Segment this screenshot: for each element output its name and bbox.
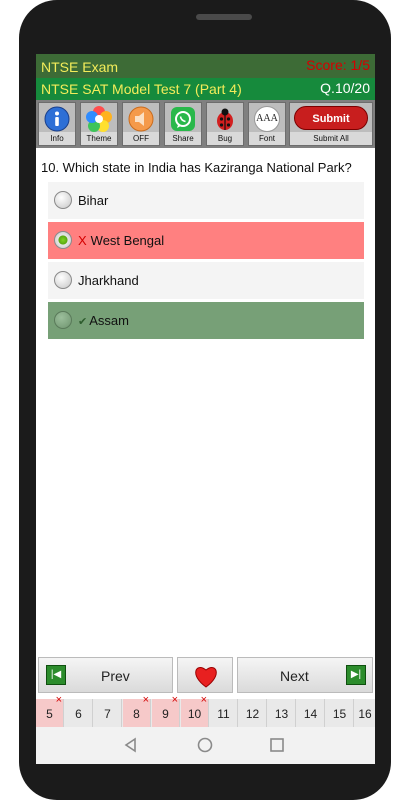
question-chip-10[interactable]: 10 × xyxy=(181,694,209,727)
test-header: NTSE SAT Model Test 7 (Part 4) Q.10/20 xyxy=(36,78,375,100)
phone-speaker xyxy=(196,14,252,20)
font-button[interactable]: AAA Font xyxy=(248,102,286,146)
wrong-x-icon: × xyxy=(171,694,178,706)
correct-check-icon: ✔ xyxy=(78,316,88,328)
wrong-x-icon: × xyxy=(55,694,62,706)
info-button[interactable]: Info xyxy=(38,102,76,146)
bug-report-button[interactable]: Bug xyxy=(206,102,244,146)
toolbar: Info Theme OFF Share Bug AAA Font Submit… xyxy=(36,100,375,148)
chip-number: 10 xyxy=(187,707,202,721)
question-chip-11[interactable]: 11 xyxy=(210,699,238,727)
chip-number: 13 xyxy=(274,707,289,721)
chip-number: 5 xyxy=(46,707,53,721)
theme-button[interactable]: Theme xyxy=(80,102,118,146)
chip-number: 16 xyxy=(358,707,372,721)
theme-label: Theme xyxy=(81,132,117,145)
recents-icon[interactable] xyxy=(269,737,285,753)
question-chip-16[interactable]: 16 xyxy=(355,699,375,727)
wrong-x-icon: × xyxy=(200,694,207,706)
option-label: Jharkhand xyxy=(78,273,139,288)
option-jharkhand[interactable]: Jharkhand xyxy=(48,262,364,299)
skip-last-icon: ▶| xyxy=(346,665,366,685)
question-chip-13[interactable]: 13 xyxy=(268,699,296,727)
whatsapp-icon xyxy=(168,105,198,133)
heart-icon xyxy=(193,664,219,693)
share-button[interactable]: Share xyxy=(164,102,202,146)
option-label: ✔ Assam xyxy=(78,313,129,328)
home-icon[interactable] xyxy=(197,737,213,753)
info-icon xyxy=(42,105,72,133)
chip-number: 8 xyxy=(133,707,140,721)
chip-number: 14 xyxy=(303,707,318,721)
wrong-x-icon: × xyxy=(142,694,149,706)
font-label: Font xyxy=(249,132,285,145)
back-icon[interactable] xyxy=(123,737,139,753)
chip-number: 11 xyxy=(217,707,230,721)
radio-button-selected[interactable] xyxy=(54,231,72,249)
share-label: Share xyxy=(165,132,201,145)
question-navigator: 5 × 6 7 8 × 9 × 10 × 11 12 13 14 15 16 xyxy=(36,694,375,727)
chip-number: 9 xyxy=(162,707,169,721)
question-chip-8[interactable]: 8 × xyxy=(123,694,151,727)
chip-number: 15 xyxy=(332,707,347,721)
app-screen: NTSE Exam Score: 1/5 NTSE SAT Model Test… xyxy=(36,54,375,764)
prev-button[interactable]: |◀ Prev xyxy=(38,657,173,693)
favorite-button[interactable] xyxy=(177,657,233,693)
skip-first-icon: |◀ xyxy=(46,665,66,685)
question-chip-12[interactable]: 12 xyxy=(239,699,267,727)
option-bihar[interactable]: Bihar xyxy=(48,182,364,219)
chip-number: 6 xyxy=(75,707,82,721)
sound-label: OFF xyxy=(123,132,159,145)
submit-all-label[interactable]: Submit All xyxy=(290,132,372,145)
sound-toggle[interactable]: OFF xyxy=(122,102,160,146)
submit-panel: Submit Submit All xyxy=(289,102,373,146)
app-title: NTSE Exam xyxy=(41,59,119,75)
info-label: Info xyxy=(39,132,75,145)
question-chip-15[interactable]: 15 xyxy=(326,699,354,727)
radio-button[interactable] xyxy=(54,191,72,209)
next-label: Next xyxy=(280,668,309,684)
option-label-text: Assam xyxy=(89,313,129,328)
question-chip-5[interactable]: 5 × xyxy=(36,694,64,727)
system-nav-bar xyxy=(36,727,375,764)
chip-number: 7 xyxy=(104,707,111,721)
flower-icon xyxy=(84,105,114,133)
question-chip-9[interactable]: 9 × xyxy=(152,694,180,727)
question-counter: Q.10/20 xyxy=(320,80,370,96)
radio-button[interactable] xyxy=(54,311,72,329)
option-label-text: West Bengal xyxy=(90,233,165,248)
question-text: 10. Which state in India has Kaziranga N… xyxy=(41,160,352,175)
option-west-bengal[interactable]: X West Bengal xyxy=(48,222,364,259)
question-chip-14[interactable]: 14 xyxy=(297,699,325,727)
score-display: Score: 1/5 xyxy=(306,57,370,73)
next-button[interactable]: Next ▶| xyxy=(237,657,373,693)
option-label: X West Bengal xyxy=(78,233,164,248)
app-header: NTSE Exam Score: 1/5 xyxy=(36,54,375,78)
wrong-mark: X xyxy=(78,233,87,248)
option-assam[interactable]: ✔ Assam xyxy=(48,302,364,339)
submit-button[interactable]: Submit xyxy=(294,106,368,130)
speaker-icon xyxy=(126,105,156,133)
test-title: NTSE SAT Model Test 7 (Part 4) xyxy=(41,81,242,97)
radio-button[interactable] xyxy=(54,271,72,289)
option-label: Bihar xyxy=(78,193,109,208)
question-chip-6[interactable]: 6 xyxy=(65,699,93,727)
font-icon-text: AAA xyxy=(254,106,280,132)
prev-label: Prev xyxy=(101,668,130,684)
font-icon: AAA xyxy=(252,105,282,133)
question-chip-7[interactable]: 7 xyxy=(94,699,122,727)
chip-number: 12 xyxy=(245,707,260,721)
ladybug-icon xyxy=(210,105,240,133)
bug-label: Bug xyxy=(207,132,243,145)
